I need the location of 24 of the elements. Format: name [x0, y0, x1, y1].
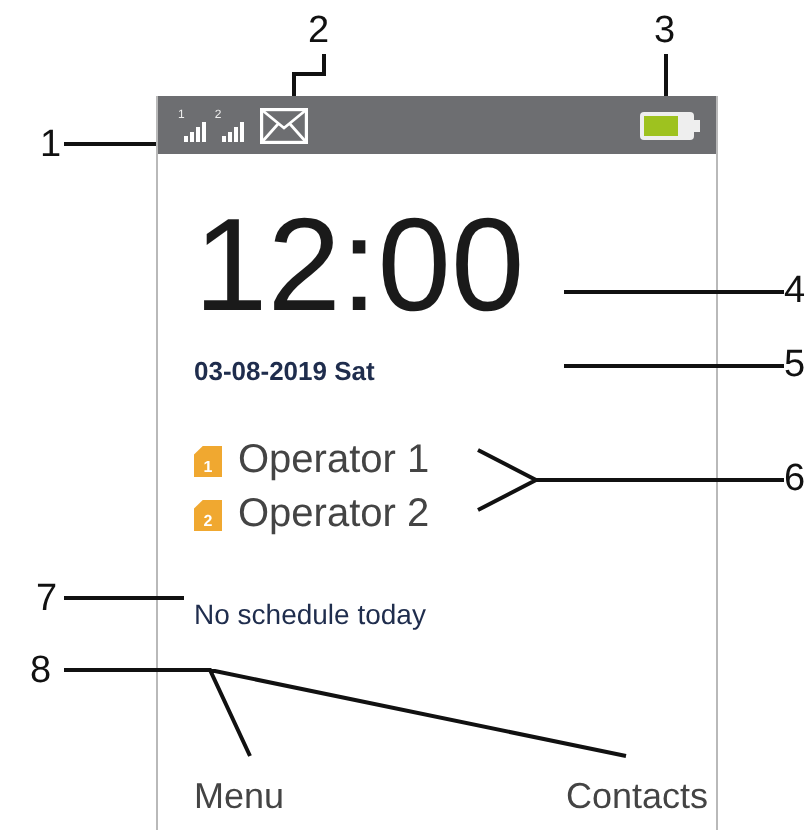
- signal-bars-icon: [221, 121, 244, 141]
- callout-number: 3: [654, 12, 676, 50]
- signal-bars-icon: [184, 121, 207, 141]
- callout-number: 1: [40, 126, 62, 164]
- leader-line: [64, 596, 184, 600]
- sim-card-badge: 1: [194, 445, 222, 477]
- callout-number: 6: [784, 460, 806, 498]
- clock-time: 12:00: [194, 198, 525, 330]
- callout-number: 7: [36, 580, 58, 618]
- menu-softkey[interactable]: Menu: [194, 776, 285, 818]
- contacts-softkey[interactable]: Contacts: [565, 776, 708, 818]
- callout-number: 2: [308, 12, 330, 50]
- schedule-text: No schedule today: [194, 598, 426, 630]
- callout-number: 4: [784, 272, 806, 310]
- date-text: 03-08-2019 Sat: [194, 356, 375, 386]
- battery-icon: [640, 111, 700, 139]
- callout-number: 8: [30, 652, 52, 690]
- sim-card-badge: 2: [194, 499, 222, 531]
- leader-line: [64, 142, 156, 146]
- operator-name: Operator 2: [238, 492, 430, 538]
- leader-line: [292, 54, 326, 96]
- operator-name: Operator 1: [238, 438, 430, 484]
- leader-line: [664, 54, 668, 96]
- callout-number: 5: [784, 346, 806, 384]
